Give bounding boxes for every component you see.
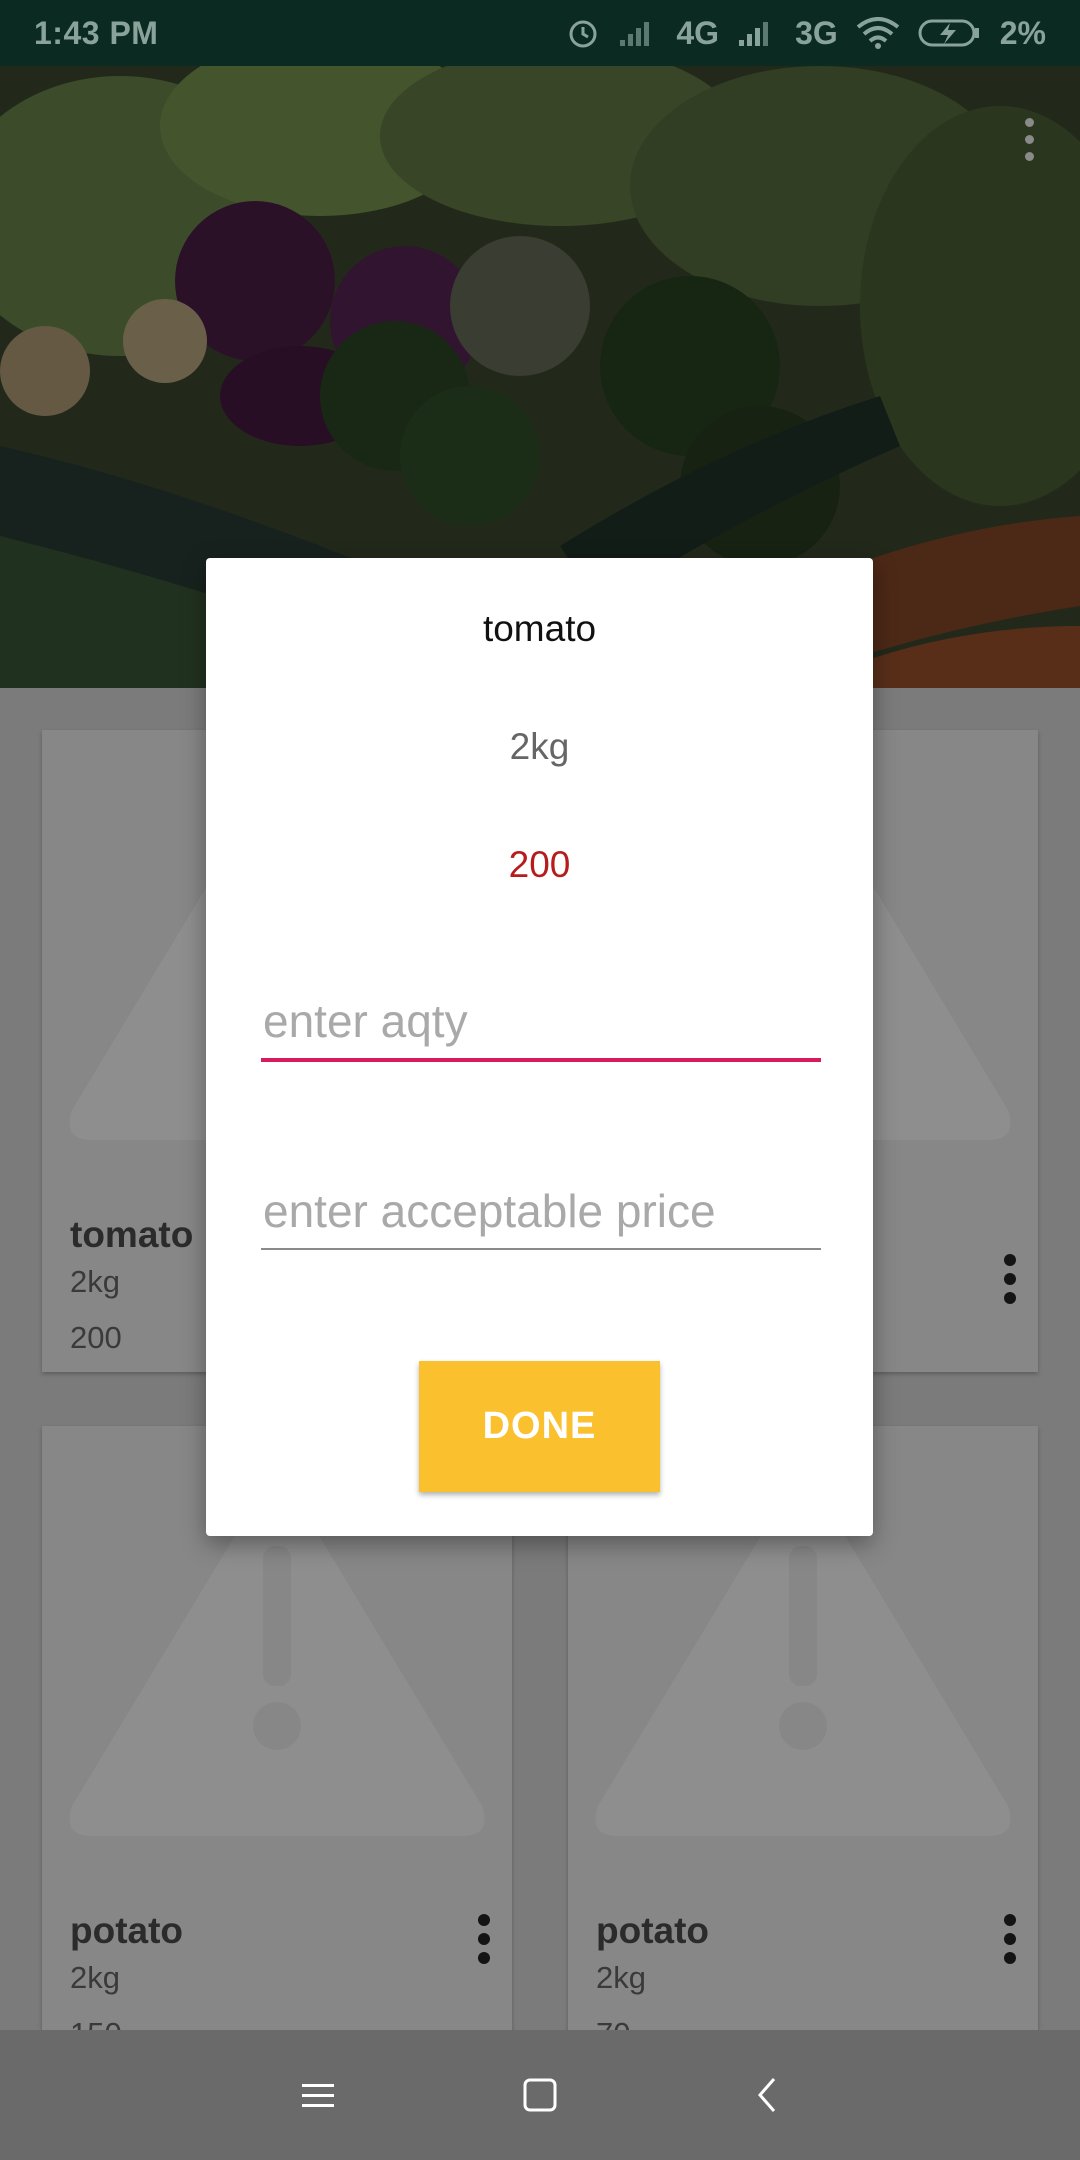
- status-time: 1:43 PM: [34, 14, 159, 51]
- dialog-product-qty: 2kg: [509, 726, 570, 767]
- more-vert-icon[interactable]: [1022, 118, 1036, 170]
- status-bar: 1:43 PM 4G 3G 2%: [0, 0, 1080, 66]
- alarm-icon: [569, 20, 597, 48]
- signal-weak-icon: [620, 22, 650, 46]
- acceptable-price-input[interactable]: [261, 1184, 821, 1250]
- quantity-input[interactable]: [261, 994, 821, 1062]
- network-4g-label: 4G: [676, 14, 720, 51]
- square-home-icon[interactable]: [510, 2065, 570, 2125]
- bid-dialog: tomato 2kg 200 DONE: [206, 558, 873, 1536]
- back-chevron-icon[interactable]: [738, 2065, 798, 2125]
- battery-charging-icon: [918, 19, 979, 47]
- menu-icon[interactable]: [288, 2065, 348, 2125]
- wifi-icon: [856, 17, 899, 49]
- dialog-product-price: 200: [508, 844, 571, 885]
- system-nav-bar: [0, 2030, 1080, 2160]
- dialog-product-name: tomato: [482, 608, 597, 649]
- signal-icon: [739, 22, 769, 46]
- done-button[interactable]: DONE: [419, 1361, 660, 1492]
- network-3g-label: 3G: [795, 14, 838, 51]
- battery-percent: 2%: [999, 14, 1046, 51]
- status-icons: 4G 3G 2%: [566, 15, 1046, 52]
